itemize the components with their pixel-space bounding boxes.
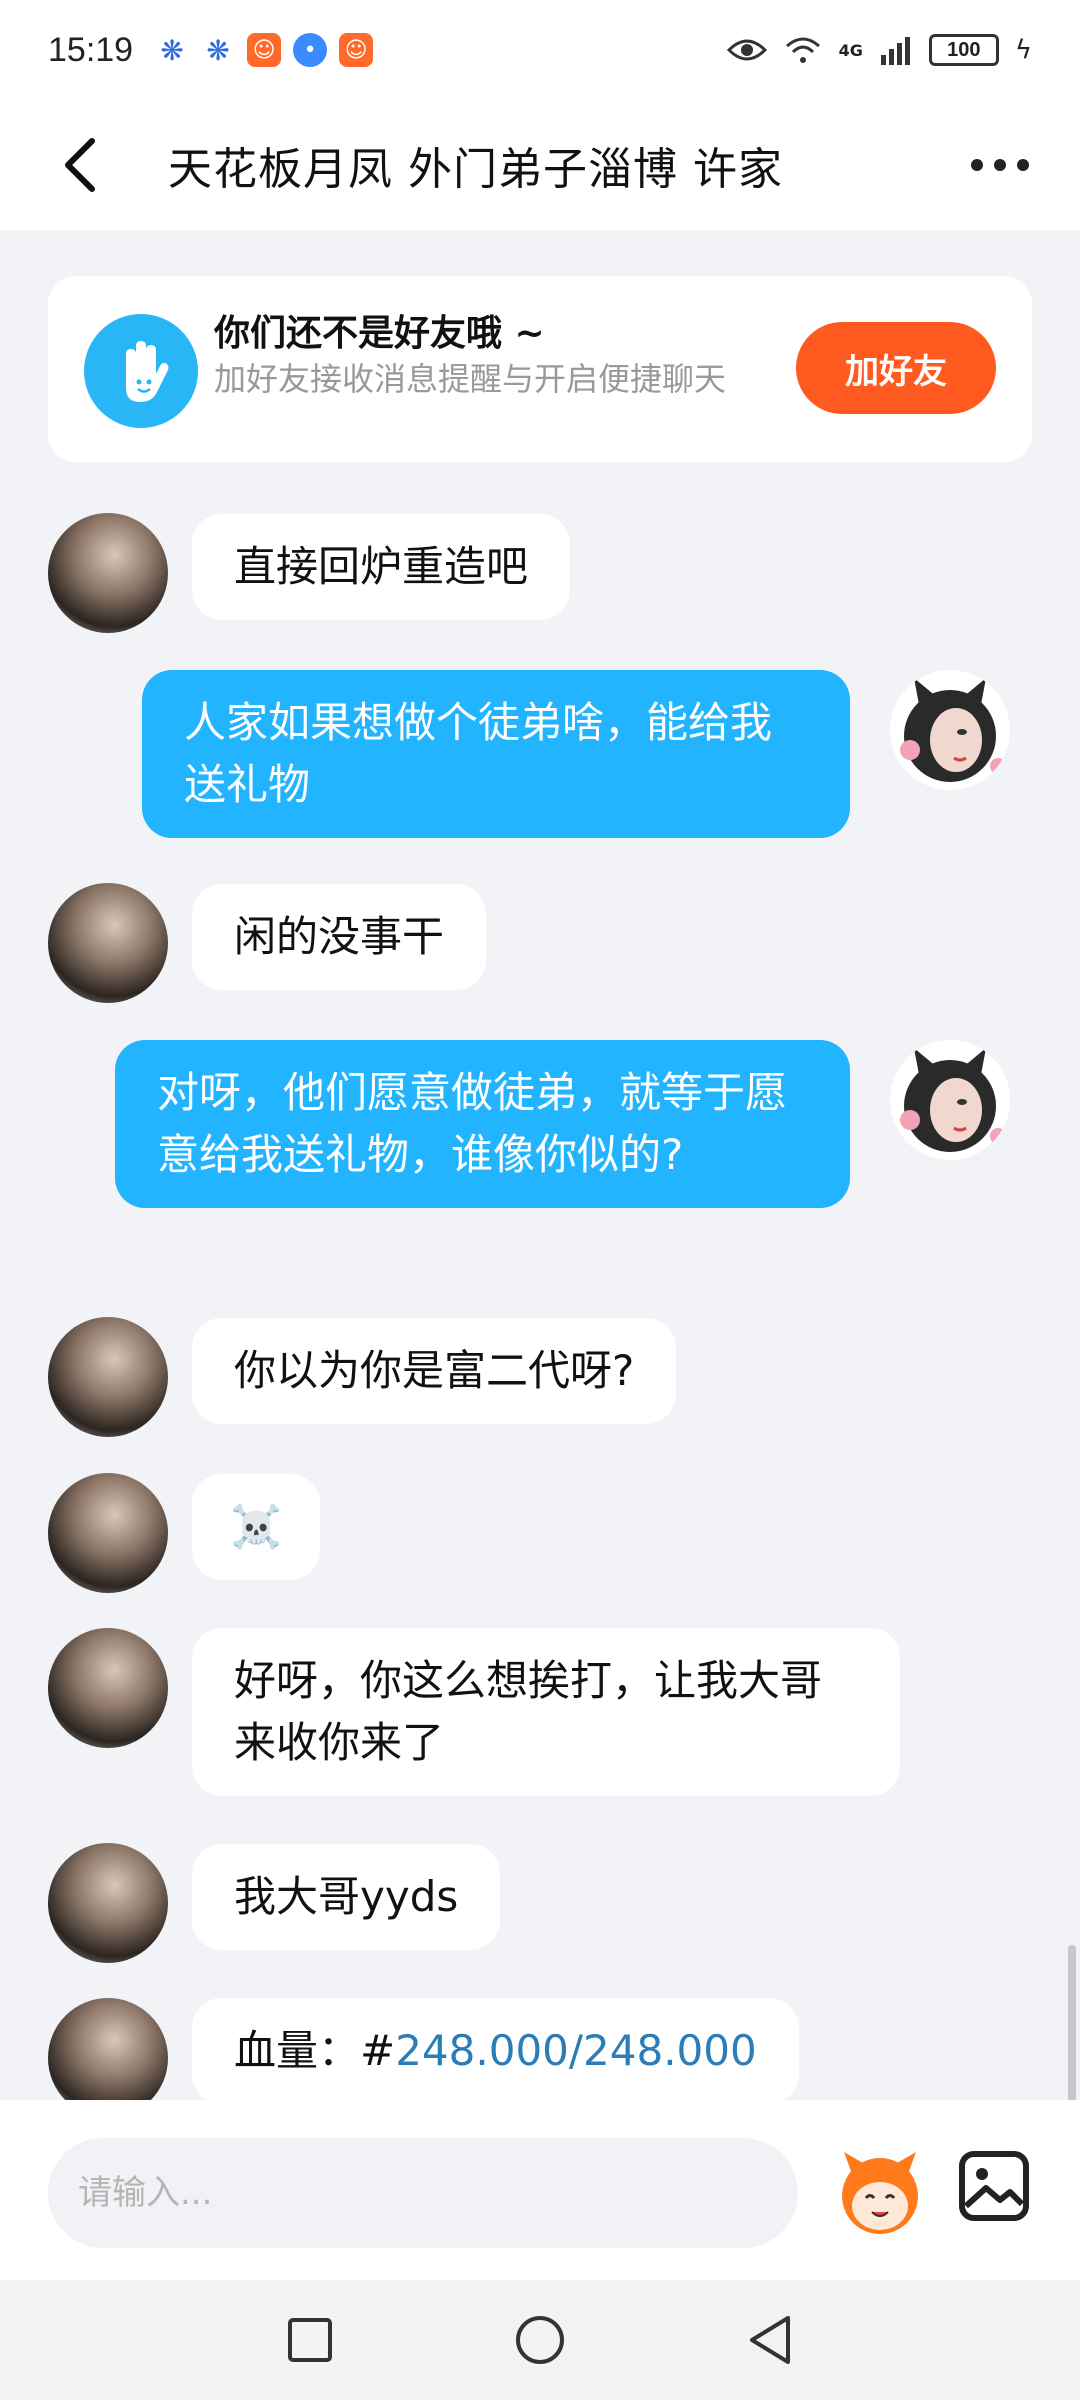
contact-avatar[interactable] (48, 513, 168, 633)
system-nav-bar (0, 2280, 1080, 2400)
chat-header: 天花板月凤 外门弟子淄博 许家 (0, 100, 1080, 230)
home-button[interactable] (508, 2308, 572, 2372)
contact-avatar[interactable] (48, 1317, 168, 1437)
hp-value-link[interactable]: 248.000/248.000 (395, 2026, 757, 2075)
app-notification-icon-2: ☺ (339, 33, 374, 67)
message-composer (0, 2100, 1080, 2280)
my-avatar[interactable] (890, 670, 1010, 790)
message-bubble-incoming-emoji[interactable]: ☠️ (192, 1474, 321, 1580)
charging-icon: ϟ (1014, 35, 1032, 65)
recent-apps-button[interactable] (278, 2308, 342, 2372)
back-arrow-icon (65, 138, 95, 192)
message-bubble-outgoing[interactable]: 人家如果想做个徒弟啥，能给我送礼物 (142, 670, 850, 838)
friend-prompt-title: 你们还不是好友哦 ~ (214, 313, 545, 354)
back-button[interactable] (40, 125, 120, 205)
battery-icon: 100 (928, 34, 999, 66)
message-input[interactable] (48, 2138, 798, 2248)
add-friend-button[interactable]: 加好友 (796, 322, 996, 414)
message-bubble-incoming[interactable]: 直接回炉重造吧 (192, 514, 571, 620)
image-button[interactable] (956, 2148, 1032, 2224)
back-nav-button[interactable] (738, 2308, 802, 2372)
cat-ear-avatar-image (900, 1048, 1006, 1152)
eye-icon (726, 39, 767, 61)
status-bar: 15:19 ❋ ❋ ☺ • ☺ 4G 100 ϟ (0, 0, 1080, 100)
emoji-face-icon (842, 2152, 918, 2234)
add-friend-card: 你们还不是好友哦 ~ 加好友接收消息提醒与开启便捷聊天 加好友 (48, 276, 1032, 462)
more-button[interactable] (960, 130, 1040, 200)
message-bubble-incoming[interactable]: 血量：#248.000/248.000 (192, 1998, 799, 2100)
chat-title: 天花板月凤 外门弟子淄博 许家 (168, 144, 783, 195)
friend-prompt-subtitle: 加好友接收消息提醒与开启便捷聊天 (214, 360, 727, 398)
message-bubble-incoming[interactable]: 我大哥yyds (192, 1844, 501, 1950)
message-bubble-incoming[interactable]: 好呀，你这么想挨打，让我大哥来收你来了 (192, 1628, 900, 1796)
contact-avatar[interactable] (48, 1473, 168, 1593)
message-bubble-incoming[interactable]: 闲的没事干 (192, 884, 487, 990)
home-icon (516, 2316, 564, 2364)
contact-avatar[interactable] (48, 1998, 168, 2100)
app-notification-icon: ☺ (247, 33, 282, 67)
emoji-button[interactable] (830, 2140, 930, 2240)
wifi-icon (785, 37, 820, 63)
status-time: 15:19 (48, 30, 134, 69)
contact-avatar[interactable] (48, 1843, 168, 1963)
scrollbar[interactable] (1068, 1945, 1076, 2100)
wave-hand-icon (84, 314, 198, 428)
back-nav-icon (750, 2316, 790, 2364)
chat-area[interactable]: 你们还不是好友哦 ~ 加好友接收消息提醒与开启便捷聊天 加好友 直接回炉重造吧 … (0, 230, 1080, 2100)
status-indicators: 4G 100 ϟ (726, 34, 1032, 66)
message-bubble-outgoing[interactable]: 对呀，他们愿意做徒弟，就等于愿意给我送礼物，谁像你似的? (115, 1040, 850, 1208)
message-bubble-incoming[interactable]: 你以为你是富二代呀? (192, 1318, 677, 1424)
image-icon (959, 2151, 1029, 2221)
network-type: 4G (838, 40, 863, 60)
contact-avatar[interactable] (48, 1628, 168, 1748)
hp-label: 血量：# (234, 2026, 396, 2075)
signal-icon (880, 37, 910, 65)
baidu-paw-icon-2: ❋ (206, 33, 230, 67)
more-dots-icon (971, 159, 1029, 171)
cat-ear-avatar-image (900, 678, 1006, 782)
recent-apps-icon (288, 2318, 332, 2362)
my-avatar[interactable] (890, 1040, 1010, 1160)
browser-icon: • (293, 33, 328, 67)
contact-avatar[interactable] (48, 883, 168, 1003)
baidu-paw-icon: ❋ (160, 33, 184, 67)
